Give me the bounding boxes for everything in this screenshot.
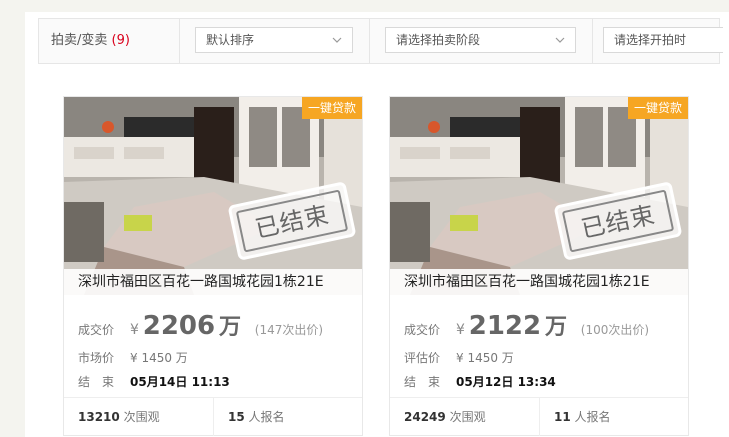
loan-tag[interactable]: 一键贷款: [301, 97, 362, 119]
chevron-down-icon: [555, 37, 565, 43]
auction-count: 9: [116, 33, 125, 48]
bid-count: (147次出价): [254, 323, 324, 337]
property-photo[interactable]: 一键贷款 已结束 深圳市福田区百花一路国城花园1栋21E: [64, 97, 362, 295]
views-stat: 24249 次围观: [404, 398, 486, 436]
deal-price-label: 成交价: [404, 323, 441, 337]
start-time-placeholder: 请选择开拍时: [614, 33, 687, 47]
card-stats: 13210 次围观 15 人报名: [64, 397, 362, 436]
deal-price-row: 成交价 ¥ 2206 万 (147次出价): [78, 309, 323, 343]
signups-label: 人报名: [248, 410, 285, 424]
auction-card[interactable]: 一键贷款 已结束 深圳市福田区百花一路国城花园1栋21E 成交价 ¥ 2206 万…: [63, 96, 363, 436]
loan-tag[interactable]: 一键贷款: [627, 97, 688, 119]
views-count: 13210: [78, 410, 120, 424]
divider: [539, 398, 540, 436]
signups-count: 15: [228, 410, 245, 424]
end-time-row: 结 束 05月12日 13:34: [404, 373, 556, 390]
auction-card[interactable]: 一键贷款 已结束 深圳市福田区百花一路国城花园1栋21E 成交价 ¥ 2122 万…: [389, 96, 689, 436]
sort-select[interactable]: 默认排序: [195, 27, 353, 53]
views-stat: 13210 次围观: [78, 398, 160, 436]
deal-price-value: 2206: [142, 311, 216, 341]
end-time-label: 结 束: [78, 375, 115, 389]
divider: [179, 19, 180, 63]
signups-label: 人报名: [574, 410, 611, 424]
price-unit: 万: [218, 315, 241, 340]
end-time-label: 结 束: [404, 375, 441, 389]
deal-price-row: 成交价 ¥ 2122 万 (100次出价): [404, 309, 649, 343]
views-label: 次围观: [449, 410, 486, 424]
divider: [592, 19, 593, 63]
reference-price-label: 市场价: [78, 351, 115, 365]
auction-type-filter[interactable]: 拍卖/变卖 (9): [51, 19, 130, 63]
end-time-value: 05月12日 13:34: [456, 375, 556, 389]
deal-price-value: 2122: [468, 311, 542, 341]
reference-price-value: ¥ 1450 万: [456, 351, 514, 365]
stage-select-placeholder: 请选择拍卖阶段: [396, 33, 481, 47]
reference-price-row: 市场价 ¥ 1450 万: [78, 349, 188, 366]
currency-symbol: ¥: [130, 322, 139, 338]
reference-price-value: ¥ 1450 万: [130, 351, 188, 365]
reference-price-label: 评估价: [404, 351, 441, 365]
currency-symbol: ¥: [456, 322, 465, 338]
sort-select-value: 默认排序: [206, 33, 255, 47]
divider: [213, 398, 214, 436]
property-title[interactable]: 深圳市福田区百花一路国城花园1栋21E: [64, 269, 362, 295]
chevron-down-icon: [332, 37, 342, 43]
end-time-row: 结 束 05月14日 11:13: [78, 373, 230, 390]
end-time-value: 05月14日 11:13: [130, 375, 230, 389]
card-stats: 24249 次围观 11 人报名: [390, 397, 688, 436]
views-count: 24249: [404, 410, 446, 424]
stage-select[interactable]: 请选择拍卖阶段: [385, 27, 576, 53]
bid-count: (100次出价): [580, 323, 650, 337]
deal-price-label: 成交价: [78, 323, 115, 337]
signups-count: 11: [554, 410, 571, 424]
start-time-select[interactable]: 请选择开拍时: [603, 27, 723, 53]
views-label: 次围观: [123, 410, 160, 424]
reference-price-row: 评估价 ¥ 1450 万: [404, 349, 514, 366]
price-unit: 万: [544, 315, 567, 340]
signups-stat: 15 人报名: [228, 398, 285, 436]
auction-type-label: 拍卖/变卖: [51, 33, 108, 48]
property-photo[interactable]: 一键贷款 已结束 深圳市福田区百花一路国城花园1栋21E: [390, 97, 688, 295]
filter-bar: 拍卖/变卖 (9) 默认排序 请选择拍卖阶段 请选择开拍时: [38, 18, 723, 64]
divider: [369, 19, 370, 63]
property-title[interactable]: 深圳市福田区百花一路国城花园1栋21E: [390, 269, 688, 295]
signups-stat: 11 人报名: [554, 398, 611, 436]
